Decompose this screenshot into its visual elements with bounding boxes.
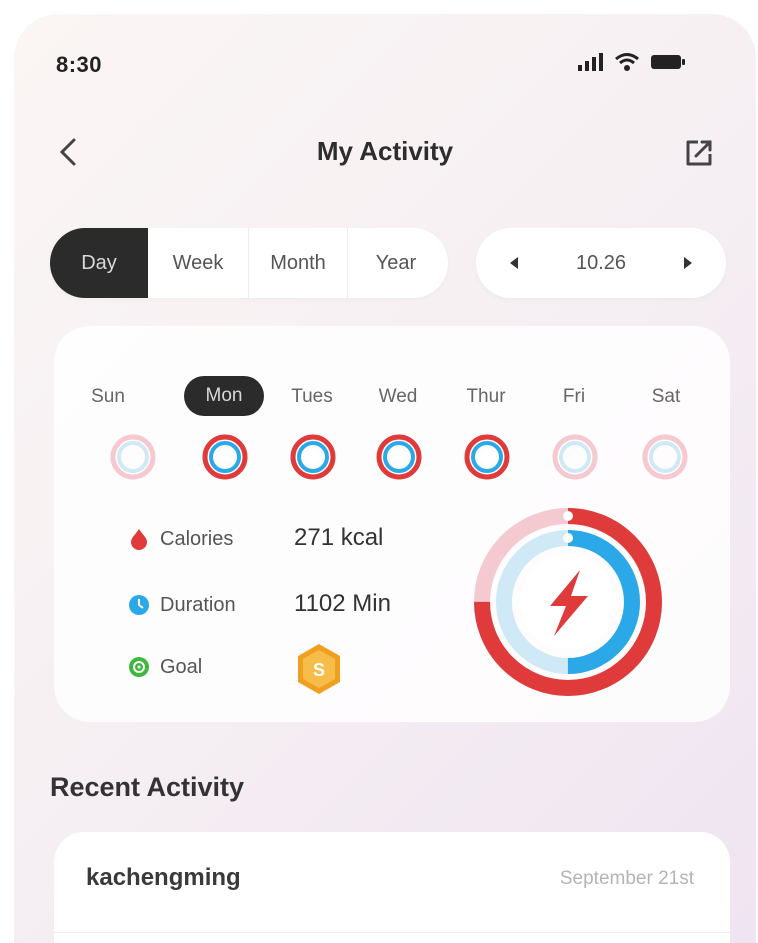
goal-badge-icon: S <box>298 644 340 694</box>
day-ring-tues[interactable] <box>288 432 338 482</box>
day-label-sat[interactable]: Sat <box>626 386 706 408</box>
calories-value: 271 kcal <box>294 524 384 551</box>
day-label-tues[interactable]: Tues <box>272 386 352 408</box>
tab-week[interactable]: Week <box>148 228 248 298</box>
svg-text:S: S <box>313 660 325 680</box>
day-ring-sat[interactable] <box>640 432 690 482</box>
goal-label: Goal <box>160 656 203 678</box>
tab-month[interactable]: Month <box>249 228 347 298</box>
day-label-fri[interactable]: Fri <box>534 386 614 408</box>
duration-clock-icon <box>129 595 149 615</box>
next-date-icon[interactable] <box>680 255 696 271</box>
share-icon[interactable] <box>682 136 716 170</box>
calories-label: Calories <box>160 528 234 550</box>
activity-summary-ring <box>474 508 662 696</box>
day-ring-fri[interactable] <box>550 432 600 482</box>
signal-icon <box>578 53 603 71</box>
date-navigator: 10.26 <box>476 228 726 298</box>
activity-summary-card: Sun Mon Tues Wed Thur Fri Sat Calories 2… <box>54 326 730 722</box>
goal-target-icon <box>129 657 149 677</box>
day-label-sun[interactable]: Sun <box>68 386 148 408</box>
day-ring-thur[interactable] <box>462 432 512 482</box>
recent-activity-name: kachengming <box>86 864 241 891</box>
status-time: 8:30 <box>56 52 103 77</box>
day-ring-mon[interactable] <box>200 432 250 482</box>
day-ring-wed[interactable] <box>374 432 424 482</box>
duration-label: Duration <box>160 594 236 616</box>
recent-activity-list: kachengming September 21st <box>54 832 730 943</box>
day-ring-sun[interactable] <box>108 432 158 482</box>
calories-flame-icon <box>131 529 147 550</box>
day-label-mon[interactable]: Mon <box>184 376 264 416</box>
page-title: My Activity <box>316 136 454 166</box>
duration-value: 1102 Min <box>294 590 391 617</box>
tab-year[interactable]: Year <box>348 228 444 298</box>
list-divider <box>54 932 730 933</box>
battery-icon <box>651 55 685 69</box>
day-label-thur[interactable]: Thur <box>446 386 526 408</box>
status-icons <box>578 52 686 72</box>
recent-activity-date: September 21st <box>559 868 694 889</box>
tab-day[interactable]: Day <box>50 228 148 298</box>
recent-activity-heading: Recent Activity <box>50 772 245 802</box>
phone-screen: 8:30 My Activity Day Week Month Year 10.… <box>14 14 756 943</box>
list-item[interactable]: kachengming September 21st <box>54 832 730 932</box>
day-label-wed[interactable]: Wed <box>358 386 438 408</box>
wifi-icon <box>615 53 639 71</box>
period-segmented-control: Day Week Month Year <box>50 228 448 298</box>
